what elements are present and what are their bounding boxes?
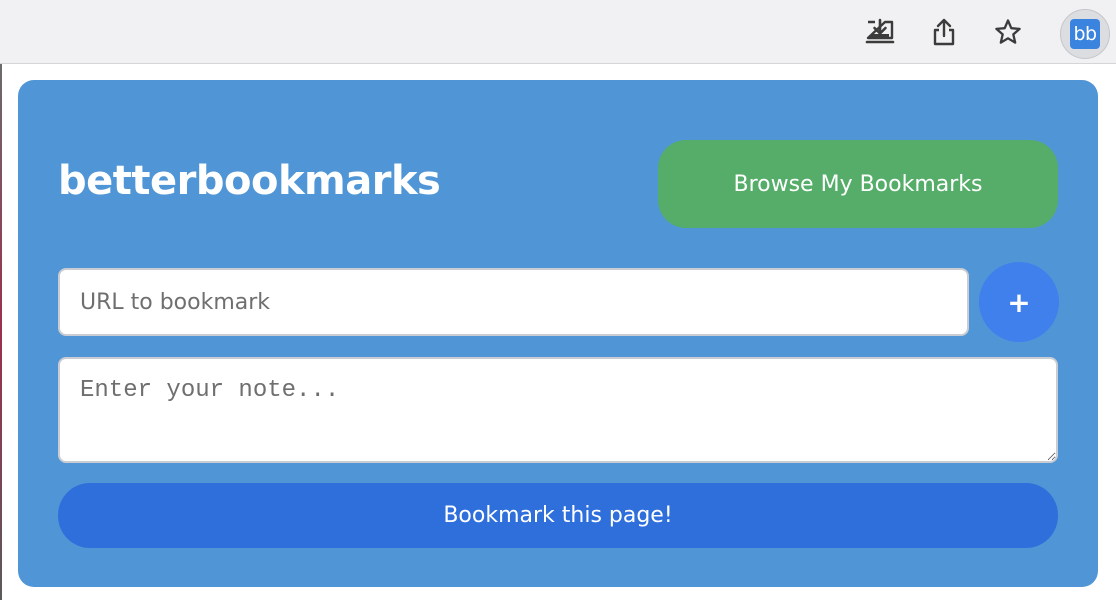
note-textarea[interactable] [58,357,1058,463]
extension-badge-icon: bb [1070,19,1100,49]
app-title: betterbookmarks [58,158,441,204]
share-button[interactable] [924,12,964,52]
add-url-button[interactable]: + [979,262,1059,342]
bookmark-star-button[interactable] [988,12,1028,52]
bookmark-page-button[interactable]: Bookmark this page! [58,483,1058,548]
browse-bookmarks-button[interactable]: Browse My Bookmarks [658,140,1058,228]
page-edge [0,64,2,600]
download-button[interactable] [860,12,900,52]
popup-card: betterbookmarks Browse My Bookmarks + Bo… [18,80,1098,587]
extension-button[interactable]: bb [1060,9,1110,59]
browser-toolbar: bb [0,0,1116,64]
star-icon [994,18,1022,46]
download-icon [865,18,895,46]
share-icon [931,17,957,47]
url-input[interactable] [58,268,969,336]
